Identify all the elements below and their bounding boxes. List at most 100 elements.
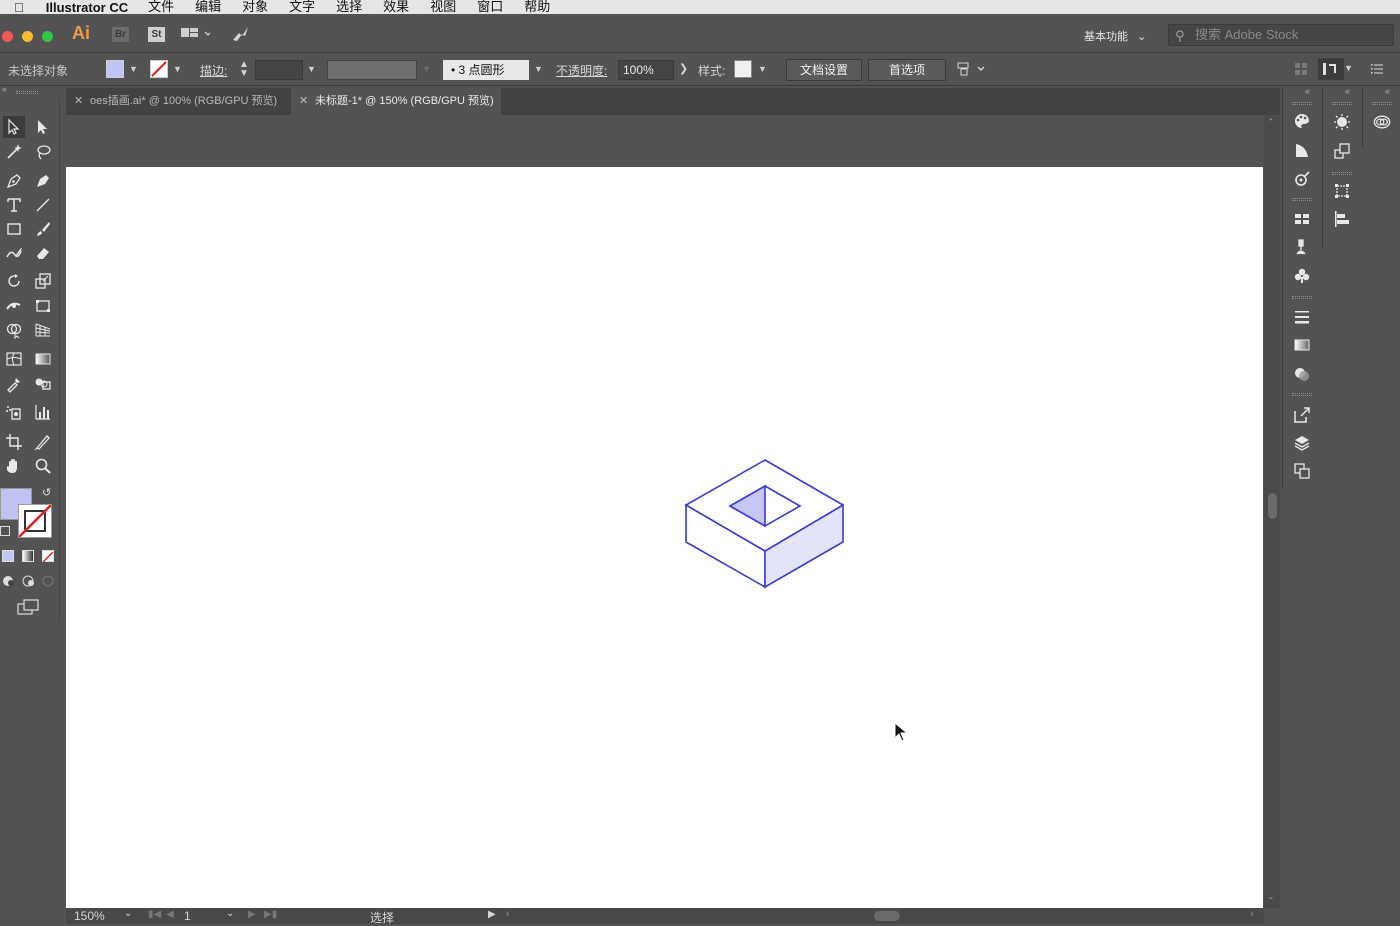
screen-mode-icon[interactable] — [16, 598, 40, 619]
column-graph-tool-icon[interactable] — [32, 401, 54, 423]
magic-wand-tool-icon[interactable] — [3, 141, 25, 163]
arrange-documents-icon[interactable] — [180, 26, 212, 45]
collapse-icon[interactable]: « — [1345, 86, 1350, 96]
menu-effect[interactable]: 效果 — [383, 0, 409, 13]
panel-grip[interactable] — [1292, 198, 1312, 201]
transform-panel-icon[interactable] — [1331, 180, 1353, 202]
symbols-panel-icon[interactable] — [1291, 265, 1313, 287]
tab-untitled-1[interactable]: ✕ 未标题-1* @ 150% (RGB/GPU 预览) — [291, 88, 501, 115]
stroke-color-swatch[interactable] — [18, 504, 52, 538]
libraries-panel-icon[interactable] — [1371, 111, 1393, 133]
next-artboard-icon[interactable]: ▶ — [248, 909, 256, 920]
mesh-tool-icon[interactable] — [3, 348, 25, 370]
swap-colors-icon[interactable]: ↺ — [42, 486, 51, 499]
pen-tool-icon[interactable] — [3, 170, 25, 192]
stroke-panel-icon[interactable] — [1291, 306, 1313, 328]
panel-grip[interactable] — [1292, 393, 1312, 396]
stroke-weight-field[interactable] — [255, 60, 303, 80]
collapse-icon[interactable]: « — [2, 84, 7, 94]
rectangle-tool-icon[interactable] — [3, 218, 25, 240]
curvature-tool-icon[interactable] — [32, 170, 54, 192]
artboards-panel-icon[interactable] — [1291, 460, 1313, 482]
minimize-window-button[interactable] — [22, 31, 33, 42]
hand-tool-icon[interactable] — [3, 455, 25, 477]
chevron-down-icon[interactable]: ▼ — [534, 64, 543, 74]
panel-grip[interactable] — [1292, 102, 1312, 105]
eraser-tool-icon[interactable] — [32, 242, 54, 264]
opacity-label[interactable]: 不透明度: — [556, 62, 607, 79]
symbol-sprayer-tool-icon[interactable] — [3, 401, 25, 423]
panel-grip[interactable] — [1292, 296, 1312, 299]
layers-panel-icon[interactable] — [1291, 432, 1313, 454]
scroll-down-icon[interactable]: ⌄ — [1267, 891, 1275, 902]
scroll-right-icon[interactable]: › — [1250, 908, 1254, 920]
shaper-tool-icon[interactable] — [3, 242, 25, 264]
close-window-button[interactable] — [2, 31, 13, 42]
zoom-tool-icon[interactable] — [32, 455, 54, 477]
menu-file[interactable]: 文件 — [148, 0, 174, 13]
color-mode-icon[interactable] — [2, 550, 14, 562]
collapse-icon[interactable]: « — [1385, 86, 1390, 96]
horizontal-scroll-thumb[interactable] — [874, 911, 900, 921]
chevron-down-icon[interactable]: ▼ — [173, 64, 182, 74]
eyedropper-tool-icon[interactable] — [3, 373, 25, 395]
scale-tool-icon[interactable] — [32, 270, 54, 292]
previous-artboard-icon[interactable]: ◀ — [166, 909, 174, 920]
line-segment-tool-icon[interactable] — [32, 194, 54, 216]
close-icon[interactable]: ✕ — [299, 88, 308, 115]
brush-definition[interactable]: • 3 点圆形 — [443, 60, 529, 80]
zoom-window-button[interactable] — [42, 31, 53, 42]
gpu-performance-icon[interactable] — [230, 24, 250, 47]
apple-icon[interactable]:  — [14, 0, 24, 14]
menu-help[interactable]: 帮助 — [524, 0, 550, 13]
direct-selection-tool-icon[interactable] — [32, 116, 54, 138]
export-panel-icon[interactable] — [1291, 404, 1313, 426]
tab-oes-illustration[interactable]: ✕ oes插画.ai* @ 100% (RGB/GPU 预览) — [66, 88, 290, 115]
canvas-area[interactable] — [66, 115, 1264, 908]
panel-menu-icon[interactable] — [1370, 62, 1384, 79]
graphic-styles-icon[interactable] — [1331, 140, 1353, 162]
gradient-mode-icon[interactable] — [22, 550, 34, 562]
draw-inside-icon[interactable] — [42, 574, 56, 591]
color-guide-icon[interactable] — [1291, 139, 1313, 161]
swatches-panel-icon[interactable] — [1291, 208, 1313, 230]
chevron-down-icon[interactable]: ▼ — [129, 64, 138, 74]
align-options-icon[interactable] — [956, 61, 988, 80]
control-panel-toggle[interactable] — [1318, 58, 1344, 80]
first-artboard-icon[interactable]: ▮◀ — [148, 909, 161, 920]
preferences-button[interactable]: 首选项 — [868, 59, 946, 81]
scroll-left-icon[interactable]: ‹ — [506, 908, 510, 920]
color-panel-icon[interactable] — [1291, 110, 1313, 132]
stock-search-input[interactable]: ⚲ 搜索 Adobe Stock — [1168, 24, 1394, 46]
artboard[interactable] — [66, 167, 1263, 908]
menu-app-name[interactable]: Illustrator CC — [46, 0, 128, 14]
slice-tool-icon[interactable] — [32, 431, 54, 453]
chevron-down-icon[interactable]: ⌄ — [124, 908, 132, 919]
isometric-box-artwork[interactable] — [680, 453, 844, 589]
chevron-right-icon[interactable]: ❯ — [679, 62, 688, 75]
draw-normal-icon[interactable] — [2, 574, 16, 591]
stock-button[interactable]: St — [148, 27, 165, 42]
stroke-label[interactable]: 描边: — [200, 62, 227, 79]
menu-type[interactable]: 文字 — [289, 0, 315, 13]
menu-window[interactable]: 窗口 — [477, 0, 503, 13]
menu-object[interactable]: 对象 — [242, 0, 268, 13]
gradient-tool-icon[interactable] — [32, 348, 54, 370]
chevron-down-icon[interactable]: ▼ — [1344, 63, 1353, 73]
vertical-scrollbar[interactable]: ⌃ ⌄ — [1264, 115, 1280, 908]
stroke-swatch[interactable] — [150, 60, 168, 78]
current-tool-status[interactable]: 选择 — [370, 909, 394, 926]
align-panel-icon[interactable] — [1331, 208, 1353, 230]
menu-select[interactable]: 选择 — [336, 0, 362, 13]
last-artboard-icon[interactable]: ▶▮ — [264, 909, 277, 920]
panel-grid-icon[interactable] — [1294, 62, 1308, 79]
chevron-down-icon[interactable]: ▼ — [307, 64, 316, 74]
paintbrush-tool-icon[interactable] — [32, 218, 54, 240]
zoom-level[interactable]: 150% — [74, 909, 105, 923]
panel-grip[interactable] — [1332, 172, 1352, 175]
workspace-switcher[interactable]: 基本功能 ⌄ — [1084, 28, 1146, 44]
transparency-panel-icon[interactable] — [1291, 363, 1313, 385]
free-transform-tool-icon[interactable] — [32, 295, 54, 317]
bridge-button[interactable]: Br — [112, 27, 129, 42]
color-themes-icon[interactable] — [1291, 168, 1313, 190]
